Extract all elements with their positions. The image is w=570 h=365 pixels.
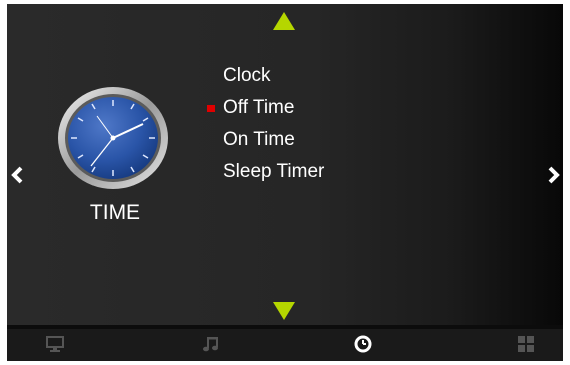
menu-item-label: Off Time bbox=[223, 97, 295, 118]
menu-item-off-time[interactable]: Off Time bbox=[207, 92, 324, 124]
tab-sound[interactable] bbox=[198, 335, 224, 357]
menu-item-label: On Time bbox=[223, 129, 295, 150]
scroll-down-arrow-icon[interactable] bbox=[273, 302, 295, 320]
menu-item-label: Clock bbox=[223, 65, 271, 86]
analog-clock-icon bbox=[57, 86, 169, 190]
clock-icon bbox=[350, 335, 376, 353]
category-title: TIME bbox=[89, 201, 141, 224]
selection-marker bbox=[207, 105, 215, 112]
osd-menu-panel: TIME Clock Off Time On Time Sleep Timer bbox=[7, 4, 563, 361]
bottom-tab-bar bbox=[7, 325, 563, 361]
monitor-icon bbox=[42, 335, 68, 353]
menu-item-clock[interactable]: Clock bbox=[223, 60, 324, 92]
next-page-chevron-icon[interactable] bbox=[548, 166, 560, 189]
scroll-up-arrow-icon[interactable] bbox=[273, 12, 295, 30]
music-note-icon bbox=[198, 335, 224, 353]
time-menu-list: Clock Off Time On Time Sleep Timer bbox=[207, 60, 324, 188]
previous-page-chevron-icon[interactable] bbox=[11, 166, 23, 189]
tab-setup[interactable] bbox=[513, 335, 539, 357]
tab-picture[interactable] bbox=[42, 335, 68, 357]
menu-item-sleep-timer[interactable]: Sleep Timer bbox=[223, 156, 324, 188]
tab-time[interactable] bbox=[350, 335, 376, 357]
grid-icon bbox=[513, 335, 539, 353]
menu-item-on-time[interactable]: On Time bbox=[223, 124, 324, 156]
menu-item-label: Sleep Timer bbox=[223, 161, 325, 182]
